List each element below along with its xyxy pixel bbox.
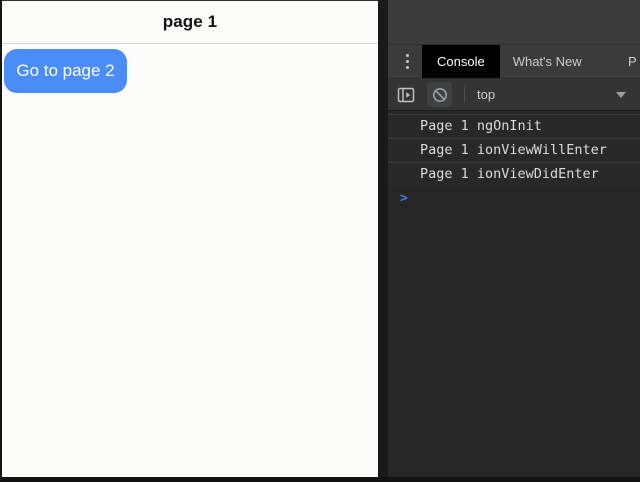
console-sidebar-icon[interactable]: [396, 85, 416, 105]
console-message: Page 1 ionViewWillEnter: [388, 138, 640, 162]
window-left-edge: [0, 0, 2, 482]
app-preview-panel: page 1 Go to page 2: [2, 1, 378, 477]
screen: page 1 Go to page 2 Console What's New P: [0, 0, 640, 482]
tab-clipped[interactable]: P: [628, 45, 640, 78]
go-to-page-2-button[interactable]: Go to page 2: [4, 49, 127, 93]
devtools-top-area: [388, 0, 640, 44]
console-input-prompt[interactable]: >: [388, 186, 640, 210]
kebab-menu-icon[interactable]: [403, 54, 411, 69]
tab-console[interactable]: Console: [422, 45, 500, 78]
devtools-panel: Console What's New P top: [388, 0, 640, 477]
tab-whats-new[interactable]: What's New: [500, 45, 595, 78]
frame-context-selector[interactable]: top: [477, 87, 495, 102]
dropdown-caret-icon[interactable]: [616, 92, 626, 98]
clear-console-icon[interactable]: [427, 82, 452, 107]
devtools-resize-handle[interactable]: [378, 0, 388, 477]
app-header: page 1: [2, 1, 378, 44]
toolbar-separator: [464, 87, 465, 103]
console-toolbar: top: [388, 79, 640, 111]
devtools-tabbar: Console What's New P: [388, 44, 640, 79]
console-message: Page 1 ngOnInit: [388, 114, 640, 138]
console-message: Page 1 ionViewDidEnter: [388, 162, 640, 186]
prompt-chevron-icon: >: [400, 191, 408, 206]
page-title: page 1: [163, 12, 217, 32]
console-log-area: Page 1 ngOnInit Page 1 ionViewWillEnter …: [388, 111, 640, 210]
window-bottom-edge: [0, 477, 640, 482]
